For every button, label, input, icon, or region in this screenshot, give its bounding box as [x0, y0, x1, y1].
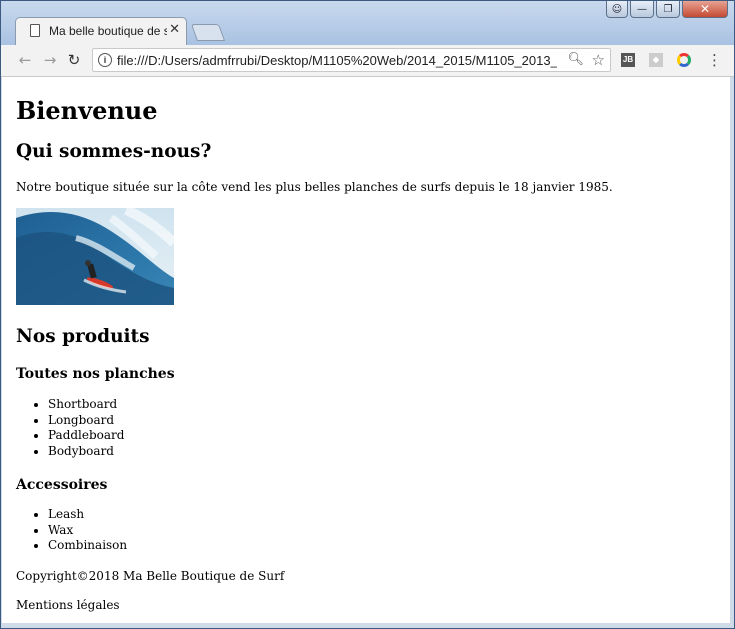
- jb-icon[interactable]: JB: [621, 53, 635, 67]
- list-item: Combinaison: [48, 538, 716, 554]
- page-title: Bienvenue: [16, 96, 158, 125]
- boards-list: Shortboard Longboard Paddleboard Bodyboa…: [16, 397, 716, 459]
- page-content: Bienvenue Qui sommes-nous? Notre boutiqu…: [2, 77, 730, 623]
- user-icon[interactable]: ☺: [606, 1, 628, 18]
- list-item: Wax: [48, 523, 716, 539]
- zoom-icon[interactable]: 🔍︎: [567, 52, 584, 67]
- boards-heading: Toutes nos planches: [16, 366, 175, 382]
- info-icon[interactable]: i: [98, 53, 112, 67]
- browser-window: Ma belle boutique de surf ✕ ☺ — ❐ ✕ ← → …: [0, 0, 735, 629]
- accessories-list: Leash Wax Combinaison: [16, 507, 716, 554]
- products-heading: Nos produits: [16, 326, 150, 347]
- page-icon: [30, 24, 40, 37]
- title-bar: Ma belle boutique de surf ✕ ☺ — ❐ ✕: [1, 1, 734, 45]
- copyright-text: Copyright©2018 Ma Belle Boutique de Surf: [16, 568, 285, 583]
- menu-icon[interactable]: ⋮: [707, 52, 722, 68]
- list-item: Paddleboard: [48, 428, 716, 444]
- tab-title: Ma belle boutique de surf: [49, 24, 167, 38]
- about-text: Notre boutique située sur la côte vend l…: [16, 180, 613, 194]
- list-item: Bodyboard: [48, 444, 716, 460]
- about-heading: Qui sommes-nous?: [16, 141, 212, 162]
- url-text[interactable]: file:///D:/Users/admfrrubi/Desktop/M1105…: [117, 53, 557, 68]
- browser-tab[interactable]: Ma belle boutique de surf ✕: [15, 17, 187, 45]
- list-item: Longboard: [48, 413, 716, 429]
- list-item: Leash: [48, 507, 716, 523]
- close-tab-icon[interactable]: ✕: [169, 22, 180, 37]
- pdf-icon[interactable]: ◆: [649, 53, 663, 67]
- address-bar[interactable]: i file:///D:/Users/admfrrubi/Desktop/M11…: [92, 48, 611, 72]
- back-arrow-icon[interactable]: ←: [15, 50, 35, 70]
- legal-text: Mentions légales: [16, 597, 120, 612]
- minimize-button[interactable]: —: [630, 1, 654, 18]
- close-window-button[interactable]: ✕: [682, 1, 728, 18]
- window-bottom-border: [2, 623, 730, 628]
- accessories-heading: Accessoires: [16, 477, 108, 493]
- maximize-button[interactable]: ❐: [656, 1, 680, 18]
- surfer-image: [16, 208, 174, 305]
- q-icon[interactable]: [677, 53, 691, 67]
- reload-icon[interactable]: ↻: [64, 50, 84, 70]
- browser-toolbar: ← → ↻ i file:///D:/Users/admfrrubi/Deskt…: [1, 45, 734, 77]
- bookmark-star-icon[interactable]: ☆: [592, 51, 605, 69]
- window-controls: ☺ — ❐ ✕: [606, 1, 728, 21]
- new-tab-button[interactable]: [190, 24, 226, 41]
- forward-arrow-icon[interactable]: →: [40, 50, 60, 70]
- list-item: Shortboard: [48, 397, 716, 413]
